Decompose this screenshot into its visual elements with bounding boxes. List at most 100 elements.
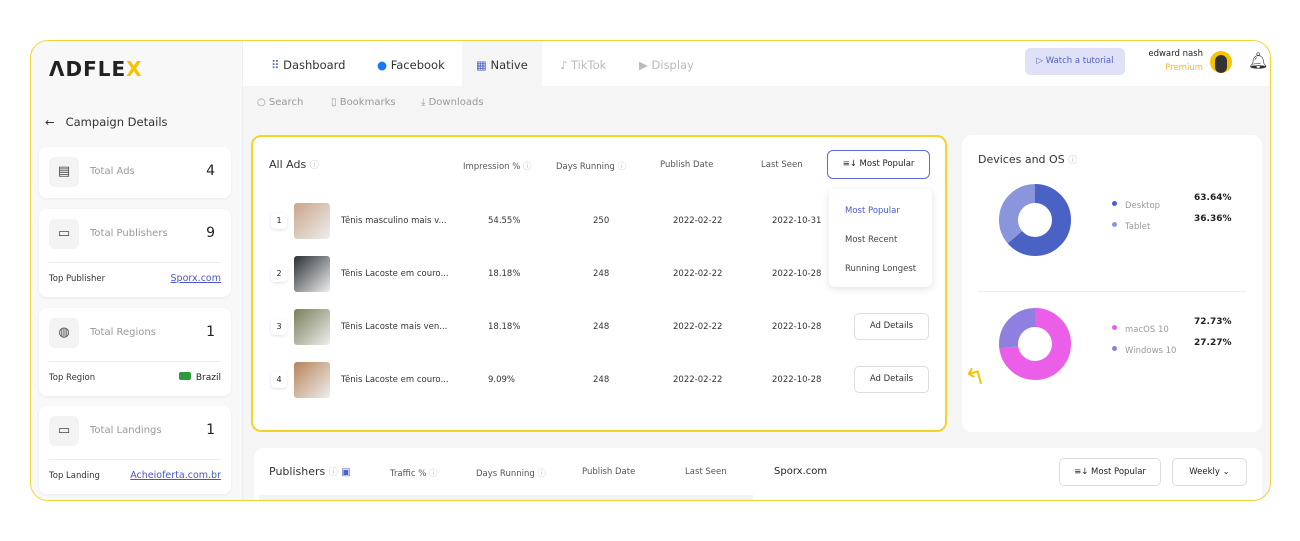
publishers-table-area — [259, 495, 753, 500]
table-row[interactable]: 4 Tênis Lacoste em couro... 9.09% 248 20… — [253, 362, 949, 415]
legend-dot — [1112, 222, 1117, 227]
donut-chart — [999, 184, 1071, 256]
top-landing-link[interactable]: Acheioferta.com.br — [130, 470, 221, 481]
info-icon: ⓘ — [617, 162, 626, 172]
divider — [49, 361, 221, 362]
watch-tutorial-button[interactable]: ▷ Watch a tutorial — [1025, 48, 1125, 75]
donut-chart — [999, 308, 1071, 380]
legend-item: macOS 10 72.73% — [1112, 317, 1232, 336]
publishers-panel: Publishers ⓘ ▣ Traffic % ⓘ Days Running … — [254, 448, 1262, 500]
last-seen: 2022-10-28 — [772, 375, 822, 385]
ad-details-button[interactable]: Ad Details — [854, 366, 929, 393]
play-icon: ▷ — [1036, 56, 1044, 66]
arrow-left-icon: ← — [45, 115, 55, 129]
legend-item: Desktop 63.64% — [1112, 193, 1232, 212]
native-icon: ▦ — [476, 58, 487, 72]
top-publisher-link[interactable]: Sporx.com — [171, 273, 221, 284]
sort-menu: Most Popular Most Recent Running Longest — [829, 189, 932, 287]
days-running: 248 — [593, 375, 610, 385]
days-running: 248 — [593, 322, 610, 332]
play-icon: ▶ — [639, 58, 648, 72]
sort-option-most-popular[interactable]: Most Popular — [845, 206, 900, 216]
publish-date: 2022-02-22 — [673, 375, 723, 385]
table-row[interactable]: 3 Tênis Lacoste mais ven... 18.18% 248 2… — [253, 309, 949, 362]
legend-item: Tablet 36.36% — [1112, 214, 1232, 233]
days-running: 248 — [593, 269, 610, 279]
info-icon: ⓘ — [429, 469, 438, 479]
sort-icon: ≡↓ — [842, 159, 857, 169]
tab-dashboard[interactable]: ⠿ Dashboard — [257, 41, 360, 86]
all-ads-panel: All Ads ⓘ Impression % ⓘ Days Running ⓘ … — [251, 135, 947, 432]
row-number: 4 — [271, 372, 287, 388]
sidebar: ΛDFLEX ← Campaign Details ▤ Total Ads 4 … — [31, 41, 243, 500]
ad-thumbnail[interactable] — [294, 203, 330, 239]
back-button[interactable]: ← Campaign Details — [45, 115, 168, 129]
period-select[interactable]: Weekly ⌄ — [1172, 458, 1247, 486]
row-number: 1 — [271, 213, 287, 229]
sort-option-running-longest[interactable]: Running Longest — [845, 264, 916, 274]
ad-thumbnail[interactable] — [294, 362, 330, 398]
info-icon: ⓘ — [523, 162, 532, 172]
sort-option-most-recent[interactable]: Most Recent — [845, 235, 897, 245]
stat-card-total-regions: ◍ Total Regions 1 Top Region Brazil — [39, 308, 231, 396]
logo[interactable]: ΛDFLEX — [49, 57, 143, 81]
legend-dot — [1112, 201, 1117, 206]
subnav-search[interactable]: ○ Search — [257, 97, 303, 108]
top-bar: ⠿ Dashboard ● Facebook ▦ Native ♪ TikTok… — [243, 41, 1270, 86]
legend-dot — [1112, 325, 1117, 330]
facebook-icon: ● — [377, 58, 388, 72]
subnav-downloads[interactable]: ⤓ Downloads — [421, 97, 484, 108]
info-icon: ⓘ — [1068, 156, 1078, 166]
avatar[interactable] — [1210, 51, 1232, 73]
panel-title: All Ads ⓘ — [269, 158, 319, 171]
ad-thumbnail[interactable] — [294, 309, 330, 345]
tab-tiktok[interactable]: ♪ TikTok — [546, 41, 620, 86]
ad-details-button[interactable]: Ad Details — [854, 313, 929, 340]
impression: 9.09% — [488, 375, 516, 385]
last-seen: 2022-10-28 — [772, 269, 822, 279]
sort-icon: ≡↓ — [1074, 467, 1089, 477]
tab-facebook[interactable]: ● Facebook — [363, 41, 459, 86]
row-number: 3 — [271, 319, 287, 335]
globe-icon: ◍ — [49, 318, 79, 348]
last-seen: 2022-10-31 — [772, 216, 822, 226]
divider — [49, 459, 221, 460]
publish-date: 2022-02-22 — [673, 216, 723, 226]
info-icon: ⓘ — [537, 469, 546, 479]
ad-title[interactable]: Tênis Lacoste mais ven... — [341, 322, 447, 332]
grid-icon: ⠿ — [271, 58, 280, 72]
last-seen: 2022-10-28 — [772, 322, 822, 332]
tab-display[interactable]: ▶ Display — [625, 41, 708, 86]
tab-native[interactable]: ▦ Native — [462, 41, 542, 86]
tiktok-icon: ♪ — [560, 58, 568, 72]
user-info[interactable]: edward nash Premium — [1135, 49, 1203, 73]
copy-icon[interactable]: ▣ — [341, 467, 350, 478]
legend-dot — [1112, 346, 1117, 351]
ad-thumbnail[interactable] — [294, 256, 330, 292]
ad-title[interactable]: Tênis Lacoste em couro... — [341, 269, 449, 279]
publisher-icon: ▭ — [49, 219, 79, 249]
impression: 18.18% — [488, 269, 521, 279]
days-running: 250 — [593, 216, 610, 226]
ads-icon: ▤ — [49, 157, 79, 187]
ad-title[interactable]: Tênis masculino mais v... — [341, 216, 447, 226]
legend-item: Windows 10 27.27% — [1112, 338, 1232, 357]
sort-dropdown[interactable]: ≡↓ Most Popular — [827, 150, 930, 179]
publish-date: 2022-02-22 — [673, 322, 723, 332]
stat-card-total-ads: ▤ Total Ads 4 — [39, 147, 231, 198]
bell-icon[interactable]: 🔔︎ — [1248, 51, 1268, 70]
stat-card-total-publishers: ▭ Total Publishers 9 Top Publisher Sporx… — [39, 209, 231, 297]
search-icon: ○ — [257, 97, 266, 108]
brazil-flag-icon — [178, 372, 191, 380]
row-number: 2 — [271, 266, 287, 282]
ad-title[interactable]: Tênis Lacoste em couro... — [341, 375, 449, 385]
download-icon: ⤓ — [421, 97, 426, 108]
stat-card-total-landings: ▭ Total Landings 1 Top Landing Acheiofer… — [39, 406, 231, 494]
publishers-sort-button[interactable]: ≡↓ Most Popular — [1059, 458, 1161, 486]
impression: 54.55% — [488, 216, 521, 226]
subnav-bookmarks[interactable]: ▯ Bookmarks — [331, 97, 396, 108]
divider — [49, 262, 221, 263]
info-icon: ⓘ — [309, 161, 319, 171]
publish-date: 2022-02-22 — [673, 269, 723, 279]
app-frame: ΛDFLEX ← Campaign Details ▤ Total Ads 4 … — [30, 40, 1271, 501]
